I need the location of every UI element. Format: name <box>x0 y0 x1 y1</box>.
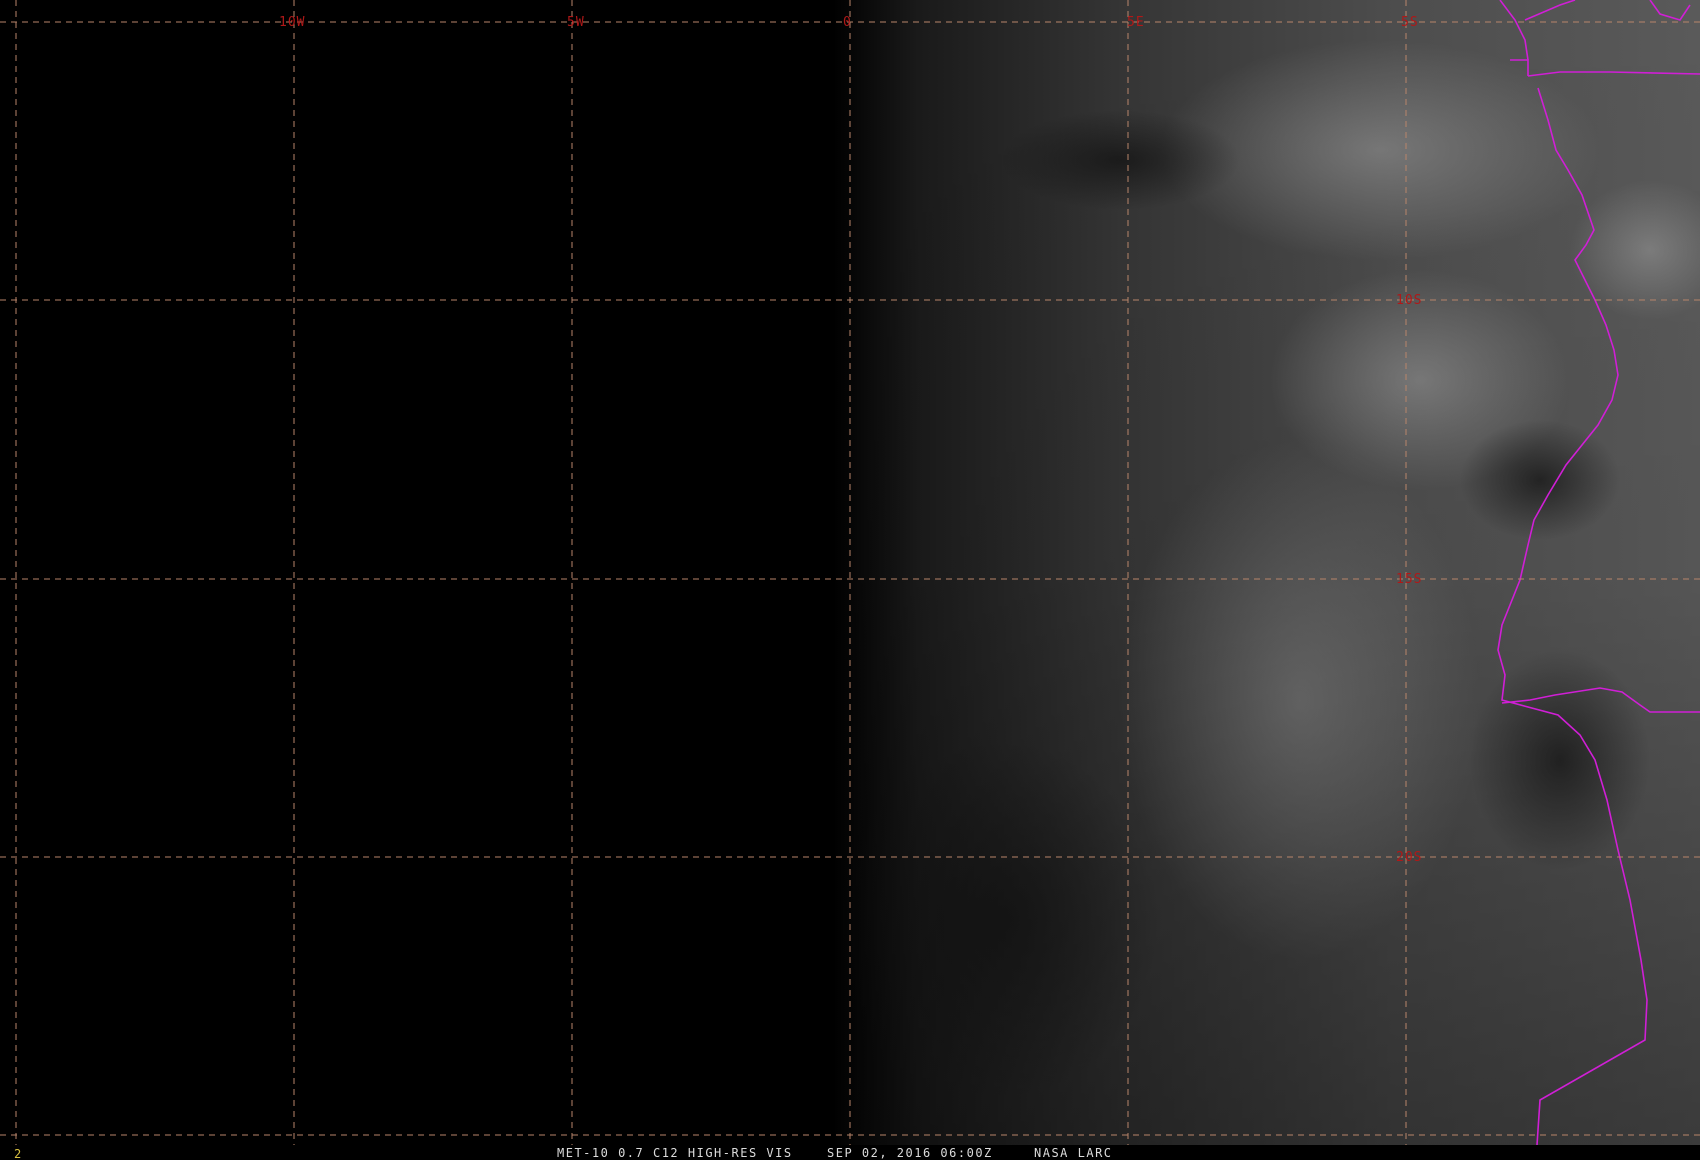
caption-bar: 2 MET-10 0.7 C12 HIGH-RES VIS SEP 02, 20… <box>0 1145 1700 1160</box>
datetime-label: SEP 02, 2016 06:00Z <box>827 1146 993 1160</box>
clear-land-patch-south <box>1470 650 1650 870</box>
longitude-label-0: 0 <box>843 15 852 30</box>
longitude-label-5w: 5W <box>567 15 585 30</box>
latitude-label-15s: 15S <box>1396 572 1422 587</box>
stratocumulus-deck <box>1120 440 1480 960</box>
latitude-label-10s: 10S <box>1396 293 1422 308</box>
clear-land-patch <box>1460 420 1620 540</box>
source-label: NASA LARC <box>1034 1146 1113 1160</box>
open-cell-region <box>840 740 1160 1100</box>
latitude-label-5s: 5S <box>1401 15 1419 30</box>
product-label: MET-10 0.7 C12 HIGH-RES VIS <box>557 1146 793 1160</box>
satellite-map: 10W 5W 0 5E 5S 10S 15S 20S 2 MET-10 0.7 … <box>0 0 1700 1160</box>
latitude-label-20s: 20S <box>1396 850 1422 865</box>
clear-sky-patch-north <box>1000 110 1240 210</box>
satellite-image-viewer: 10W 5W 0 5E 5S 10S 15S 20S 2 MET-10 0.7 … <box>0 0 1700 1160</box>
longitude-label-10w: 10W <box>279 15 305 30</box>
frame-number: 2 <box>14 1147 21 1160</box>
longitude-label-5e: 5E <box>1127 15 1145 30</box>
